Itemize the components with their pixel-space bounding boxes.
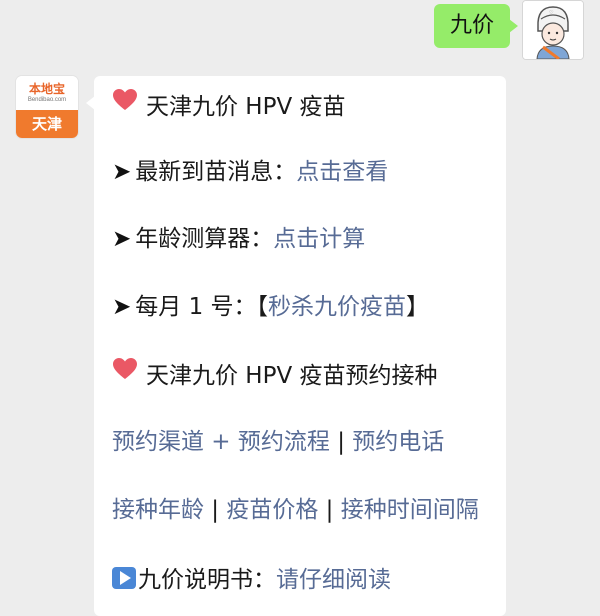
account-brand-text: 本地宝 [28,82,65,96]
incoming-message-bubble: 天津九价 HPV 疫苗 ➤ 最新到苗消息：点击查看 ➤ 年龄测算器：点击计算 ➤ 每月… [86,76,506,616]
account-logo-top: 本地宝 Bendibao.com [16,76,78,110]
user-avatar[interactable]: ♡ [522,0,584,60]
user-avatar-drawing: ♡ [523,1,583,59]
age-calculator-link[interactable]: 点击计算 [273,226,365,252]
bracket-open: 【 [256,294,269,320]
monthly-flash-sale-line: ➤ 每月 1 号：【秒杀九价疫苗】 [112,289,498,325]
separator: | [329,429,353,455]
vaccination-links-line: 接种年龄 | 疫苗价格 | 接种时间间隔 [112,492,498,528]
heart-icon [112,356,138,392]
appointment-links-line: 预约渠道 + 预约流程 | 预约电话 [112,424,498,460]
heading-line-2: 天津九价 HPV 疫苗预约接种 [112,356,498,394]
separator: | [318,497,341,523]
play-icon [112,567,136,589]
outgoing-message-bubble[interactable]: 九价 [433,4,519,48]
heart-icon [112,87,138,123]
latest-news-label: 最新到苗消息： [135,159,297,185]
vaccination-interval-link[interactable]: 接种时间间隔 [341,497,479,523]
manual-label: 九价说明书： [138,567,276,593]
account-site-text: Bendibao.com [27,97,67,103]
heading-1-text: 天津九价 HPV 疫苗 [146,94,346,120]
outgoing-message-row: 九价 ♡ [0,0,600,64]
monthly-label: 每月 1 号： [135,294,257,320]
account-city-badge: 天津 [16,110,78,138]
bracket-close: 】 [406,294,430,320]
vaccination-age-link[interactable]: 接种年龄 [112,497,204,523]
latest-news-line: ➤ 最新到苗消息：点击查看 [112,154,498,190]
outgoing-message-text: 九价 [449,13,494,38]
manual-link[interactable]: 请仔细阅读 [276,567,391,593]
age-calculator-label: 年龄测算器： [135,226,274,252]
appointment-phone-link[interactable]: 预约电话 [352,429,444,455]
account-avatar[interactable]: 本地宝 Bendibao.com 天津 [16,76,78,138]
vaccine-price-link[interactable]: 疫苗价格 [226,497,318,523]
arrow-right-icon: ➤ [112,159,132,185]
arrow-right-icon: ➤ [112,294,132,320]
heading-line-1: 天津九价 HPV 疫苗 [112,87,498,125]
heading-2-text: 天津九价 HPV 疫苗预约接种 [146,363,438,389]
latest-news-link[interactable]: 点击查看 [296,159,388,185]
svg-text:♡: ♡ [549,10,553,16]
separator: | [204,497,227,523]
appointment-channel-link[interactable]: 预约渠道 + 预约流程 [112,429,330,455]
flash-sale-link[interactable]: 秒杀九价疫苗 [268,294,406,320]
age-calculator-line: ➤ 年龄测算器：点击计算 [112,221,498,257]
manual-line: 九价说明书：请仔细阅读 [112,562,498,598]
arrow-right-icon: ➤ [112,226,132,252]
